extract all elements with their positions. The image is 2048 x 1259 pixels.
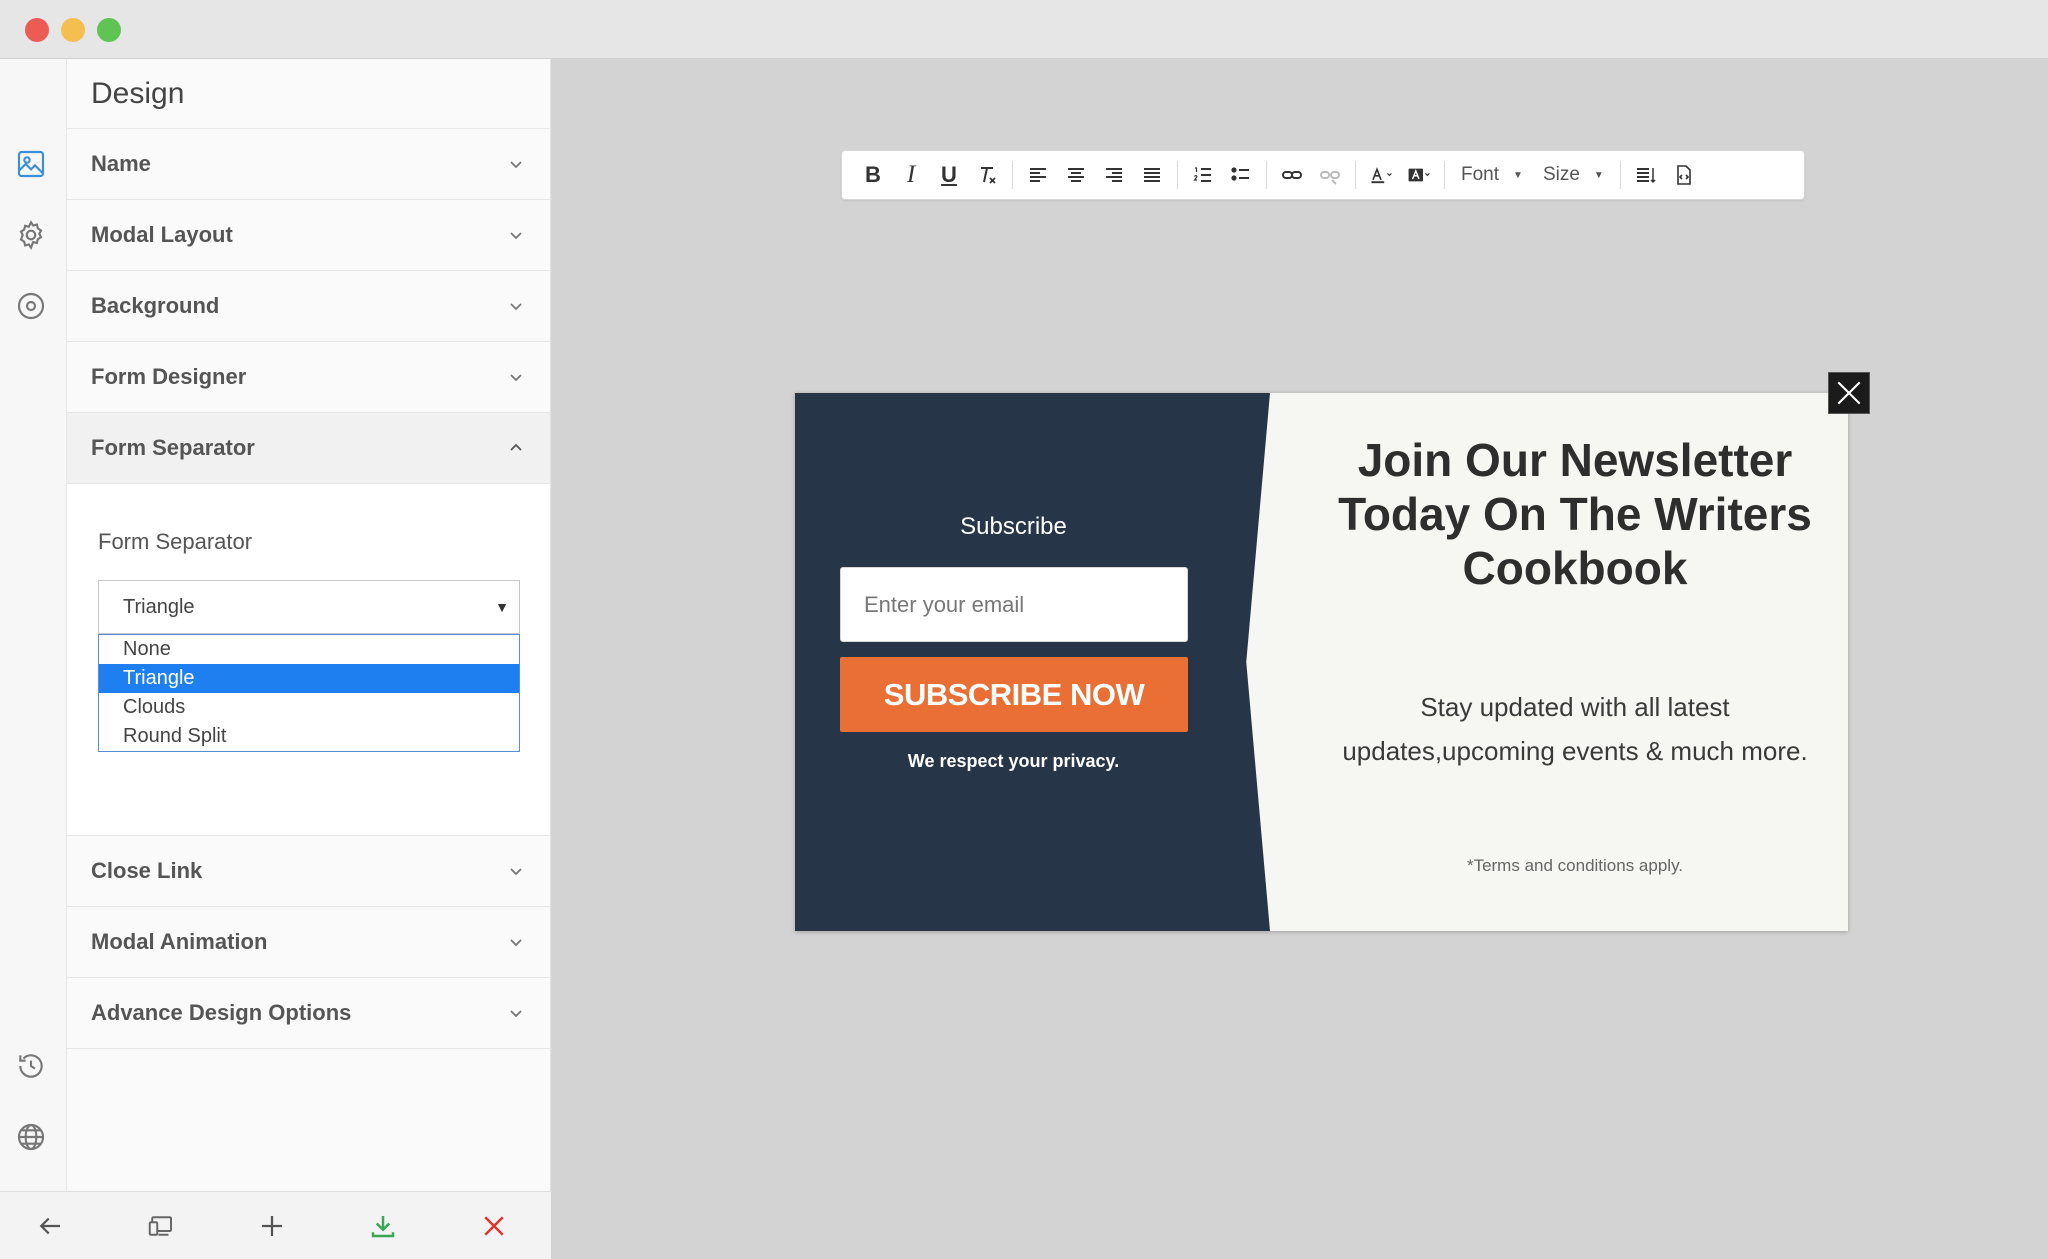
text-color-icon[interactable] [1362,156,1400,194]
section-name[interactable]: Name [67,129,550,200]
italic-button[interactable]: I [892,156,930,194]
section-label: Modal Layout [91,222,233,247]
link-icon[interactable] [1273,156,1311,194]
size-dropdown[interactable]: Size ▼ [1533,164,1614,186]
ordered-list-icon[interactable] [1184,156,1222,194]
toolbar-separator [1619,161,1621,189]
section-label: Modal Animation [91,929,268,954]
caret-down-icon: ▼ [1593,169,1604,181]
underline-button[interactable]: U [930,156,968,194]
window-close-button[interactable] [25,18,49,42]
section-form-separator[interactable]: Form Separator [67,413,550,484]
section-label: Name [91,151,151,176]
modal-preview[interactable]: Subscribe Enter your email SUBSCRIBE NOW… [795,393,1848,931]
section-form-designer[interactable]: Form Designer [67,342,550,413]
line-height-icon[interactable] [1627,156,1665,194]
modal-headline[interactable]: Join Our Newsletter Today On The Writers… [1315,433,1835,595]
download-icon[interactable] [367,1210,399,1242]
chevron-up-icon [510,443,522,451]
window-maximize-button[interactable] [97,18,121,42]
modal-close-button[interactable] [1828,372,1870,414]
form-separator-select[interactable]: Triangle ▼ [98,580,520,634]
globe-icon[interactable] [14,1120,48,1154]
section-label: Form Separator [91,435,255,460]
section-label: Close Link [91,858,203,883]
chevron-down-icon [510,161,522,169]
bottom-toolbar [0,1191,551,1259]
section-close-link[interactable]: Close Link [67,836,550,907]
chevron-down-icon [510,374,522,382]
section-background[interactable]: Background [67,271,550,342]
window-titlebar [0,0,2048,59]
privacy-note: We respect your privacy. [907,751,1120,771]
option-none[interactable]: None [99,635,519,664]
section-modal-animation[interactable]: Modal Animation [67,907,550,978]
section-label: Background [91,293,220,318]
chevron-down-icon [510,232,522,240]
image-icon[interactable] [14,147,48,181]
target-icon[interactable] [14,289,48,323]
bullet-list-icon[interactable] [1222,156,1260,194]
chevron-down-icon [510,939,522,947]
subscribe-heading: Subscribe [960,513,1067,540]
caret-down-icon: ▼ [495,599,509,615]
section-label: Form Designer [91,364,247,389]
option-triangle[interactable]: Triangle [99,664,519,693]
size-dropdown-label: Size [1542,164,1580,185]
toolbar-separator [1012,161,1013,189]
form-separator-options: None Triangle Clouds Round Split [98,634,520,752]
clear-format-icon[interactable] [968,156,1006,194]
form-separator-label: Form Separator [98,529,253,554]
align-right-icon[interactable] [1095,156,1133,194]
plus-icon[interactable] [256,1210,288,1242]
align-left-icon[interactable] [1019,156,1057,194]
design-panel: Design Name Modal Layout Background Form… [67,59,551,1191]
back-arrow-icon[interactable] [34,1210,66,1242]
font-dropdown-label: Font [1461,164,1500,185]
icon-rail [0,59,67,1191]
modal-subtext[interactable]: Stay updated with all latest updates,upc… [1335,685,1815,773]
unlink-icon[interactable] [1311,156,1349,194]
chevron-down-icon [510,868,522,876]
bold-button[interactable]: B [854,156,892,194]
section-label: Advance Design Options [91,1000,352,1025]
source-code-icon[interactable] [1665,156,1703,194]
font-dropdown[interactable]: Font ▼ [1451,164,1533,186]
toolbar-separator [1177,161,1178,189]
section-advance-design-options[interactable]: Advance Design Options [67,978,550,1049]
option-clouds[interactable]: Clouds [99,693,519,722]
window-minimize-button[interactable] [61,18,85,42]
panel-title: Design [67,59,550,129]
rich-text-toolbar: B I U Font ▼ Size ▼ [841,150,1805,200]
align-center-icon[interactable] [1057,156,1095,194]
toolbar-separator [1266,161,1267,189]
background-color-icon[interactable] [1400,156,1438,194]
device-preview-icon[interactable] [145,1210,177,1242]
close-icon [1837,381,1861,405]
caret-down-icon: ▼ [1513,169,1523,181]
select-value: Triangle [123,596,195,618]
gear-icon[interactable] [14,218,48,252]
option-round-split[interactable]: Round Split [99,722,519,751]
history-icon[interactable] [14,1049,48,1083]
subscribe-now-button[interactable]: SUBSCRIBE NOW [840,657,1188,732]
close-icon[interactable] [478,1210,510,1242]
toolbar-separator [1444,161,1445,189]
terms-note[interactable]: *Terms and conditions apply. [1335,856,1815,876]
toolbar-separator [1355,161,1356,189]
email-input[interactable]: Enter your email [840,567,1188,642]
chevron-down-icon [510,303,522,311]
align-justify-icon[interactable] [1133,156,1171,194]
section-modal-layout[interactable]: Modal Layout [67,200,550,271]
chevron-down-icon [510,1010,522,1018]
form-separator-body: Form Separator Triangle ▼ None Triangle … [67,484,550,836]
